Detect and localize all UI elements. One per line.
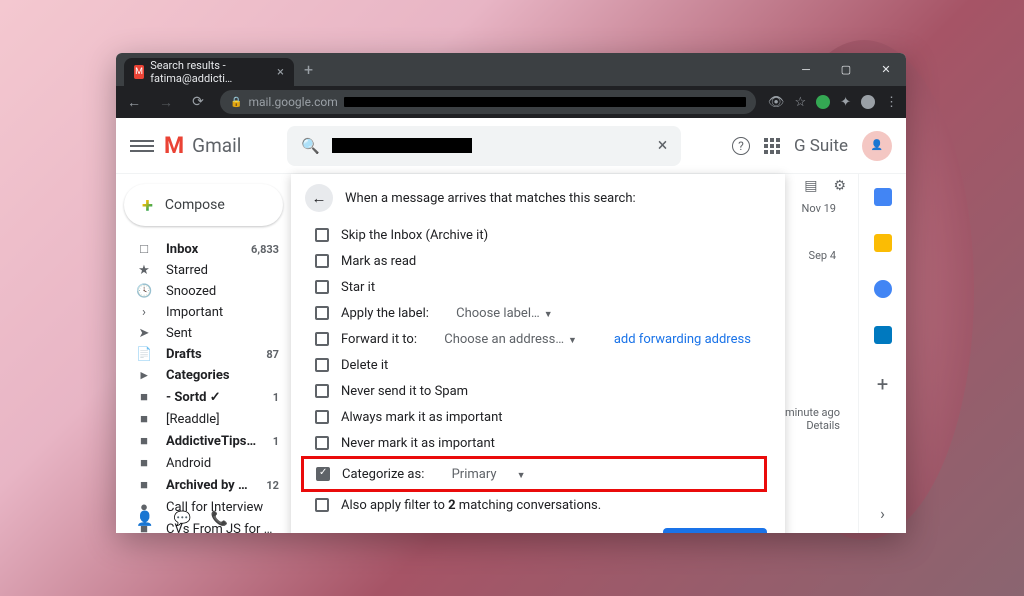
right-side-panel: + › (858, 174, 906, 533)
search-icon: 🔍 (301, 137, 320, 155)
hangouts-footer: 👤 💬 📞 (116, 505, 291, 533)
back-button[interactable]: ← (124, 94, 144, 111)
lock-icon: 🔒 (230, 97, 242, 108)
collapse-panel-icon[interactable]: › (880, 504, 885, 523)
star-icon[interactable]: ☆ (794, 95, 806, 110)
browser-titlebar: M Search results - fatima@addicti… × + ─… (116, 53, 906, 86)
main-menu-icon[interactable] (130, 140, 154, 152)
apps-grid-icon[interactable] (764, 138, 780, 154)
minimize-button[interactable]: ─ (786, 55, 826, 85)
sidebar-item-5[interactable]: 📄Drafts87 (116, 344, 291, 365)
clear-search-icon[interactable]: × (658, 135, 668, 156)
search-input[interactable]: 🔍 × (287, 126, 681, 166)
filter-header-text: When a message arrives that matches this… (345, 191, 636, 206)
address-bar: ← → ⟳ 🔒 mail.google.com 👁 ☆ ✦ ⋮ (116, 86, 906, 118)
url-field[interactable]: 🔒 mail.google.com (220, 90, 756, 114)
sidebar-item-7[interactable]: ■- Sortd ✓1 (116, 386, 291, 408)
sidebar-item-8[interactable]: ■[Readdle] (116, 408, 291, 430)
tab-title: Search results - fatima@addicti… (150, 59, 267, 85)
apply-label-checkbox[interactable] (315, 306, 329, 320)
tasks-icon[interactable] (874, 280, 892, 298)
gmail-favicon: M (134, 65, 144, 79)
left-sidebar: + Compose □Inbox6,833★Starred🕓Snoozed›Im… (116, 174, 291, 533)
close-tab-icon[interactable]: × (277, 65, 284, 80)
forward-checkbox[interactable] (315, 332, 329, 346)
extensions-icon[interactable]: ✦ (840, 95, 851, 110)
sidebar-item-6[interactable]: ▸Categories (116, 365, 291, 386)
eye-icon[interactable]: 👁 (768, 95, 785, 110)
gmail-logo[interactable]: M Gmail (164, 132, 241, 159)
compose-plus-icon: + (142, 193, 153, 217)
search-query-redacted (332, 138, 472, 153)
phone-icon[interactable]: 📞 (211, 511, 228, 527)
mail-date-2: Sep 4 (802, 249, 836, 262)
add-addon-button[interactable]: + (877, 372, 888, 396)
also-apply-checkbox[interactable] (315, 498, 329, 512)
profile-icon[interactable] (861, 95, 875, 109)
settings-icon[interactable]: ⚙ (833, 178, 846, 194)
hangouts-icon[interactable]: 💬 (173, 511, 190, 527)
never-spam-checkbox[interactable] (315, 384, 329, 398)
compose-button[interactable]: + Compose (124, 184, 283, 226)
account-avatar[interactable]: 👤 (862, 131, 892, 161)
filter-dialog: ← When a message arrives that matches th… (291, 174, 785, 533)
url-text: mail.google.com (248, 95, 337, 109)
sidebar-item-1[interactable]: ★Starred (116, 260, 291, 281)
trello-icon[interactable] (874, 326, 892, 344)
categorize-dropdown[interactable]: Primary ▼ (452, 467, 526, 482)
never-important-checkbox[interactable] (315, 436, 329, 450)
main-content: ▤ ⚙ Nov 19 Sep 4 1 minute ago Details ← … (291, 174, 858, 533)
skip-inbox-checkbox[interactable] (315, 228, 329, 242)
contacts-icon[interactable]: 👤 (136, 511, 153, 527)
redacted-url (344, 97, 746, 107)
activity-time: 1 minute ago (776, 406, 840, 419)
extension-green-icon[interactable] (816, 95, 830, 109)
mark-read-checkbox[interactable] (315, 254, 329, 268)
help-icon[interactable]: ? (732, 137, 750, 155)
new-tab-button[interactable]: + (304, 60, 313, 79)
reload-button[interactable]: ⟳ (188, 94, 208, 110)
browser-tab[interactable]: M Search results - fatima@addicti… × (124, 58, 294, 86)
categorize-checkbox[interactable] (316, 467, 330, 481)
delete-checkbox[interactable] (315, 358, 329, 372)
sidebar-item-3[interactable]: ›Important (116, 302, 291, 323)
browser-window: M Search results - fatima@addicti… × + ─… (116, 53, 906, 533)
sidebar-item-9[interactable]: ■AddictiveTips: Wi…1 (116, 430, 291, 452)
sidebar-item-4[interactable]: ➤Sent (116, 323, 291, 344)
forward-button[interactable]: → (156, 94, 176, 111)
star-checkbox[interactable] (315, 280, 329, 294)
details-link[interactable]: Details (776, 419, 840, 432)
filter-back-button[interactable]: ← (305, 184, 333, 212)
sidebar-item-11[interactable]: ■Archived by Mail…12 (116, 474, 291, 496)
mail-date-1: Nov 19 (802, 202, 836, 215)
close-window-button[interactable]: ✕ (866, 55, 906, 85)
forward-dropdown[interactable]: Choose an address…▼ (444, 332, 577, 347)
add-forwarding-link[interactable]: add forwarding address (614, 332, 751, 347)
browser-menu-icon[interactable]: ⋮ (885, 95, 898, 110)
maximize-button[interactable]: ▢ (826, 55, 866, 85)
sidebar-item-10[interactable]: ■Android (116, 452, 291, 474)
create-filter-button[interactable]: Create filter (663, 528, 767, 533)
sidebar-item-2[interactable]: 🕓Snoozed (116, 281, 291, 302)
split-pane-icon[interactable]: ▤ (804, 178, 817, 194)
label-dropdown[interactable]: Choose label…▼ (456, 306, 552, 321)
keep-icon[interactable] (874, 234, 892, 252)
calendar-icon[interactable] (874, 188, 892, 206)
highlighted-option: Categorize as: Primary ▼ (301, 456, 767, 492)
gmail-header: M Gmail 🔍 × ? G Suite 👤 (116, 118, 906, 174)
gsuite-logo: G Suite (794, 136, 848, 156)
always-important-checkbox[interactable] (315, 410, 329, 424)
sidebar-item-0[interactable]: □Inbox6,833 (116, 238, 291, 260)
